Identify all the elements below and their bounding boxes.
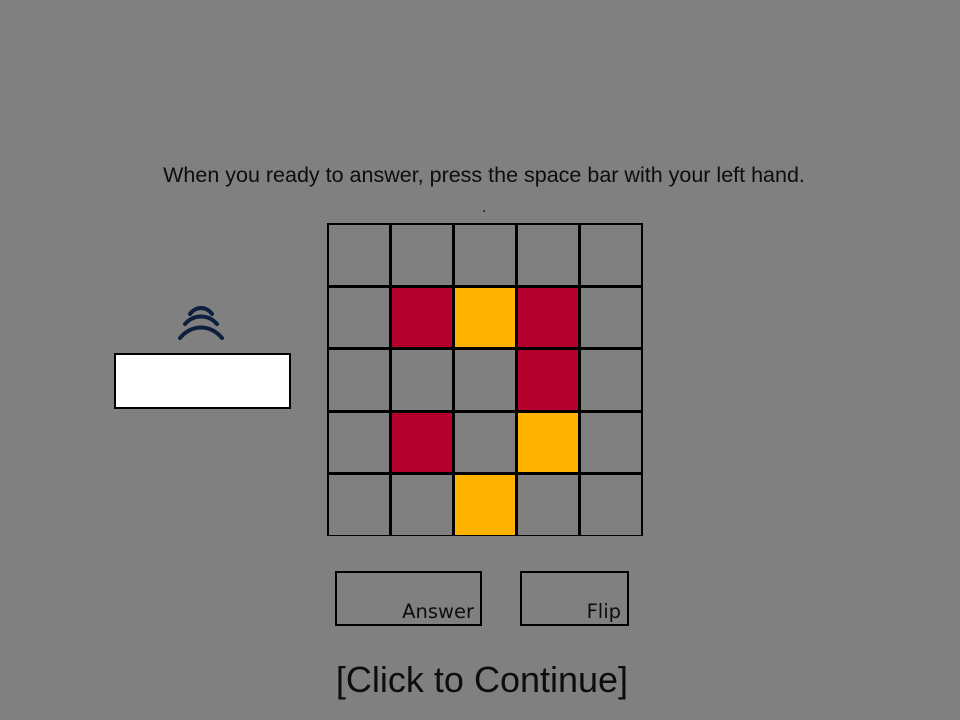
continue-link[interactable]: [Click to Continue]: [0, 659, 960, 701]
grid-cell-r5-c4: [518, 475, 578, 535]
grid-cell-r1-c2: [392, 225, 452, 285]
grid-cell-r1-c5: [581, 225, 641, 285]
grid-cell-r4-c2: [392, 412, 452, 473]
answer-button-label: Answer: [402, 600, 474, 623]
instruction-text: When you ready to answer, press the spac…: [163, 163, 805, 187]
grid-cell-r1-c3: [455, 225, 515, 285]
grid-cell-r5-c2: [392, 475, 452, 535]
grid-cell-r2-c5: [581, 287, 641, 348]
grid-cell-r2-c4: [518, 287, 578, 348]
grid-cell-r3-c3: [455, 350, 515, 410]
color-grid: [327, 223, 643, 536]
grid-cell-r1-c4: [518, 225, 578, 285]
grid-cell-r1-c1: [329, 225, 389, 285]
grid-cell-r5-c1: [329, 475, 389, 535]
grid-cell-r2-c1: [329, 287, 389, 348]
flip-button[interactable]: Flip: [520, 571, 629, 626]
grid-cell-r4-c1: [329, 412, 389, 473]
grid-cell-r5-c5: [581, 475, 641, 535]
grid-cell-r3-c1: [329, 350, 389, 410]
grid-cell-r2-c2: [392, 287, 452, 348]
grid-cell-r2-c3: [455, 287, 515, 348]
answer-button[interactable]: Answer: [335, 571, 482, 626]
grid-cell-r3-c4: [518, 350, 578, 410]
grid-cell-r3-c2: [392, 350, 452, 410]
grid-cell-r5-c3: [455, 475, 515, 535]
sound-waves-icon: [178, 306, 224, 340]
answer-input[interactable]: [114, 353, 291, 409]
fixation-dot: .: [482, 199, 487, 216]
grid-cell-r4-c3: [455, 412, 515, 473]
flip-button-label: Flip: [586, 600, 621, 623]
grid-cell-r3-c5: [581, 350, 641, 410]
grid-cell-r4-c5: [581, 412, 641, 473]
grid-cell-r4-c4: [518, 412, 578, 473]
